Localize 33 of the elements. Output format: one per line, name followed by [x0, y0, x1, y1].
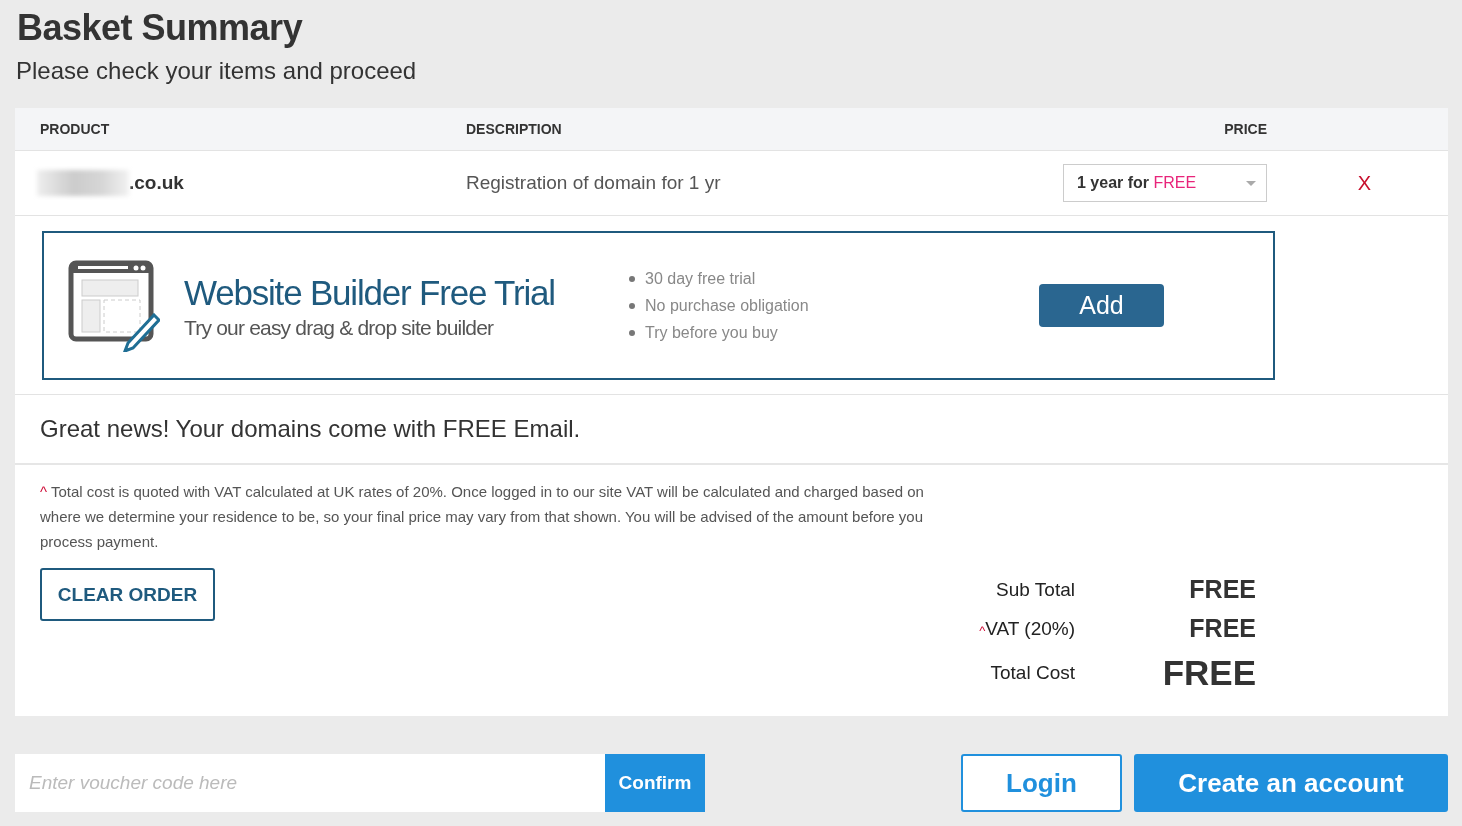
total-value: FREE — [1188, 575, 1256, 604]
domain-name: .co.uk — [129, 172, 184, 194]
page-title: Basket Summary — [17, 6, 304, 50]
total-label: Sub Total — [995, 578, 1075, 601]
column-header: PRICE — [1223, 121, 1267, 137]
column-header: PRODUCT — [39, 121, 111, 137]
total-value: FREE — [1188, 614, 1256, 643]
caret-icon — [1246, 180, 1256, 186]
notice-text: Great news! Your domains come with FREE Email. — [15, 395, 1448, 465]
total-label: Total Cost — [989, 662, 1075, 684]
login-button[interactable]: Login — [961, 754, 1122, 812]
feature-text: No purchase obligation — [645, 296, 809, 315]
add-button[interactable]: Add — [1039, 284, 1164, 327]
bullet-icon — [629, 329, 635, 336]
table-cell-text: Registration of domain for 1 yr — [466, 172, 722, 194]
vat-footnote: ^ Total cost is quoted with VAT calculated at UK rates of 20%. Once logged in to our site VAT will be calculated and charged based on where we determine your residence to be, so your final price may vary from that shown. You will be advised of the amount before you process payment. — [40, 482, 925, 552]
voucher-input[interactable]: Enter voucher code here — [15, 754, 605, 812]
total-value: FREE — [1161, 653, 1256, 693]
promo-subtitle: Try our easy drag & drop site builder — [184, 315, 495, 340]
website-builder-icon — [68, 259, 160, 352]
clear-order-button[interactable]: CLEAR ORDER — [40, 568, 215, 621]
bullet-icon — [629, 275, 635, 282]
price-select[interactable]: 1 year for FREE — [1063, 164, 1267, 202]
page-subtitle: Please check your items and proceed — [16, 56, 418, 86]
create-account-button[interactable]: Create an account — [1134, 754, 1448, 812]
promo-title: Website Builder Free Trial — [184, 271, 556, 314]
bullet-icon — [629, 302, 635, 309]
remove-button[interactable]: X — [1357, 171, 1372, 195]
feature-text: Try before you buy — [645, 323, 778, 342]
feature-text: 30 day free trial — [645, 269, 756, 288]
confirm-button[interactable]: Confirm — [605, 754, 705, 812]
column-header: DESCRIPTION — [466, 121, 563, 137]
total-label: ^VAT (20%) — [978, 617, 1075, 640]
